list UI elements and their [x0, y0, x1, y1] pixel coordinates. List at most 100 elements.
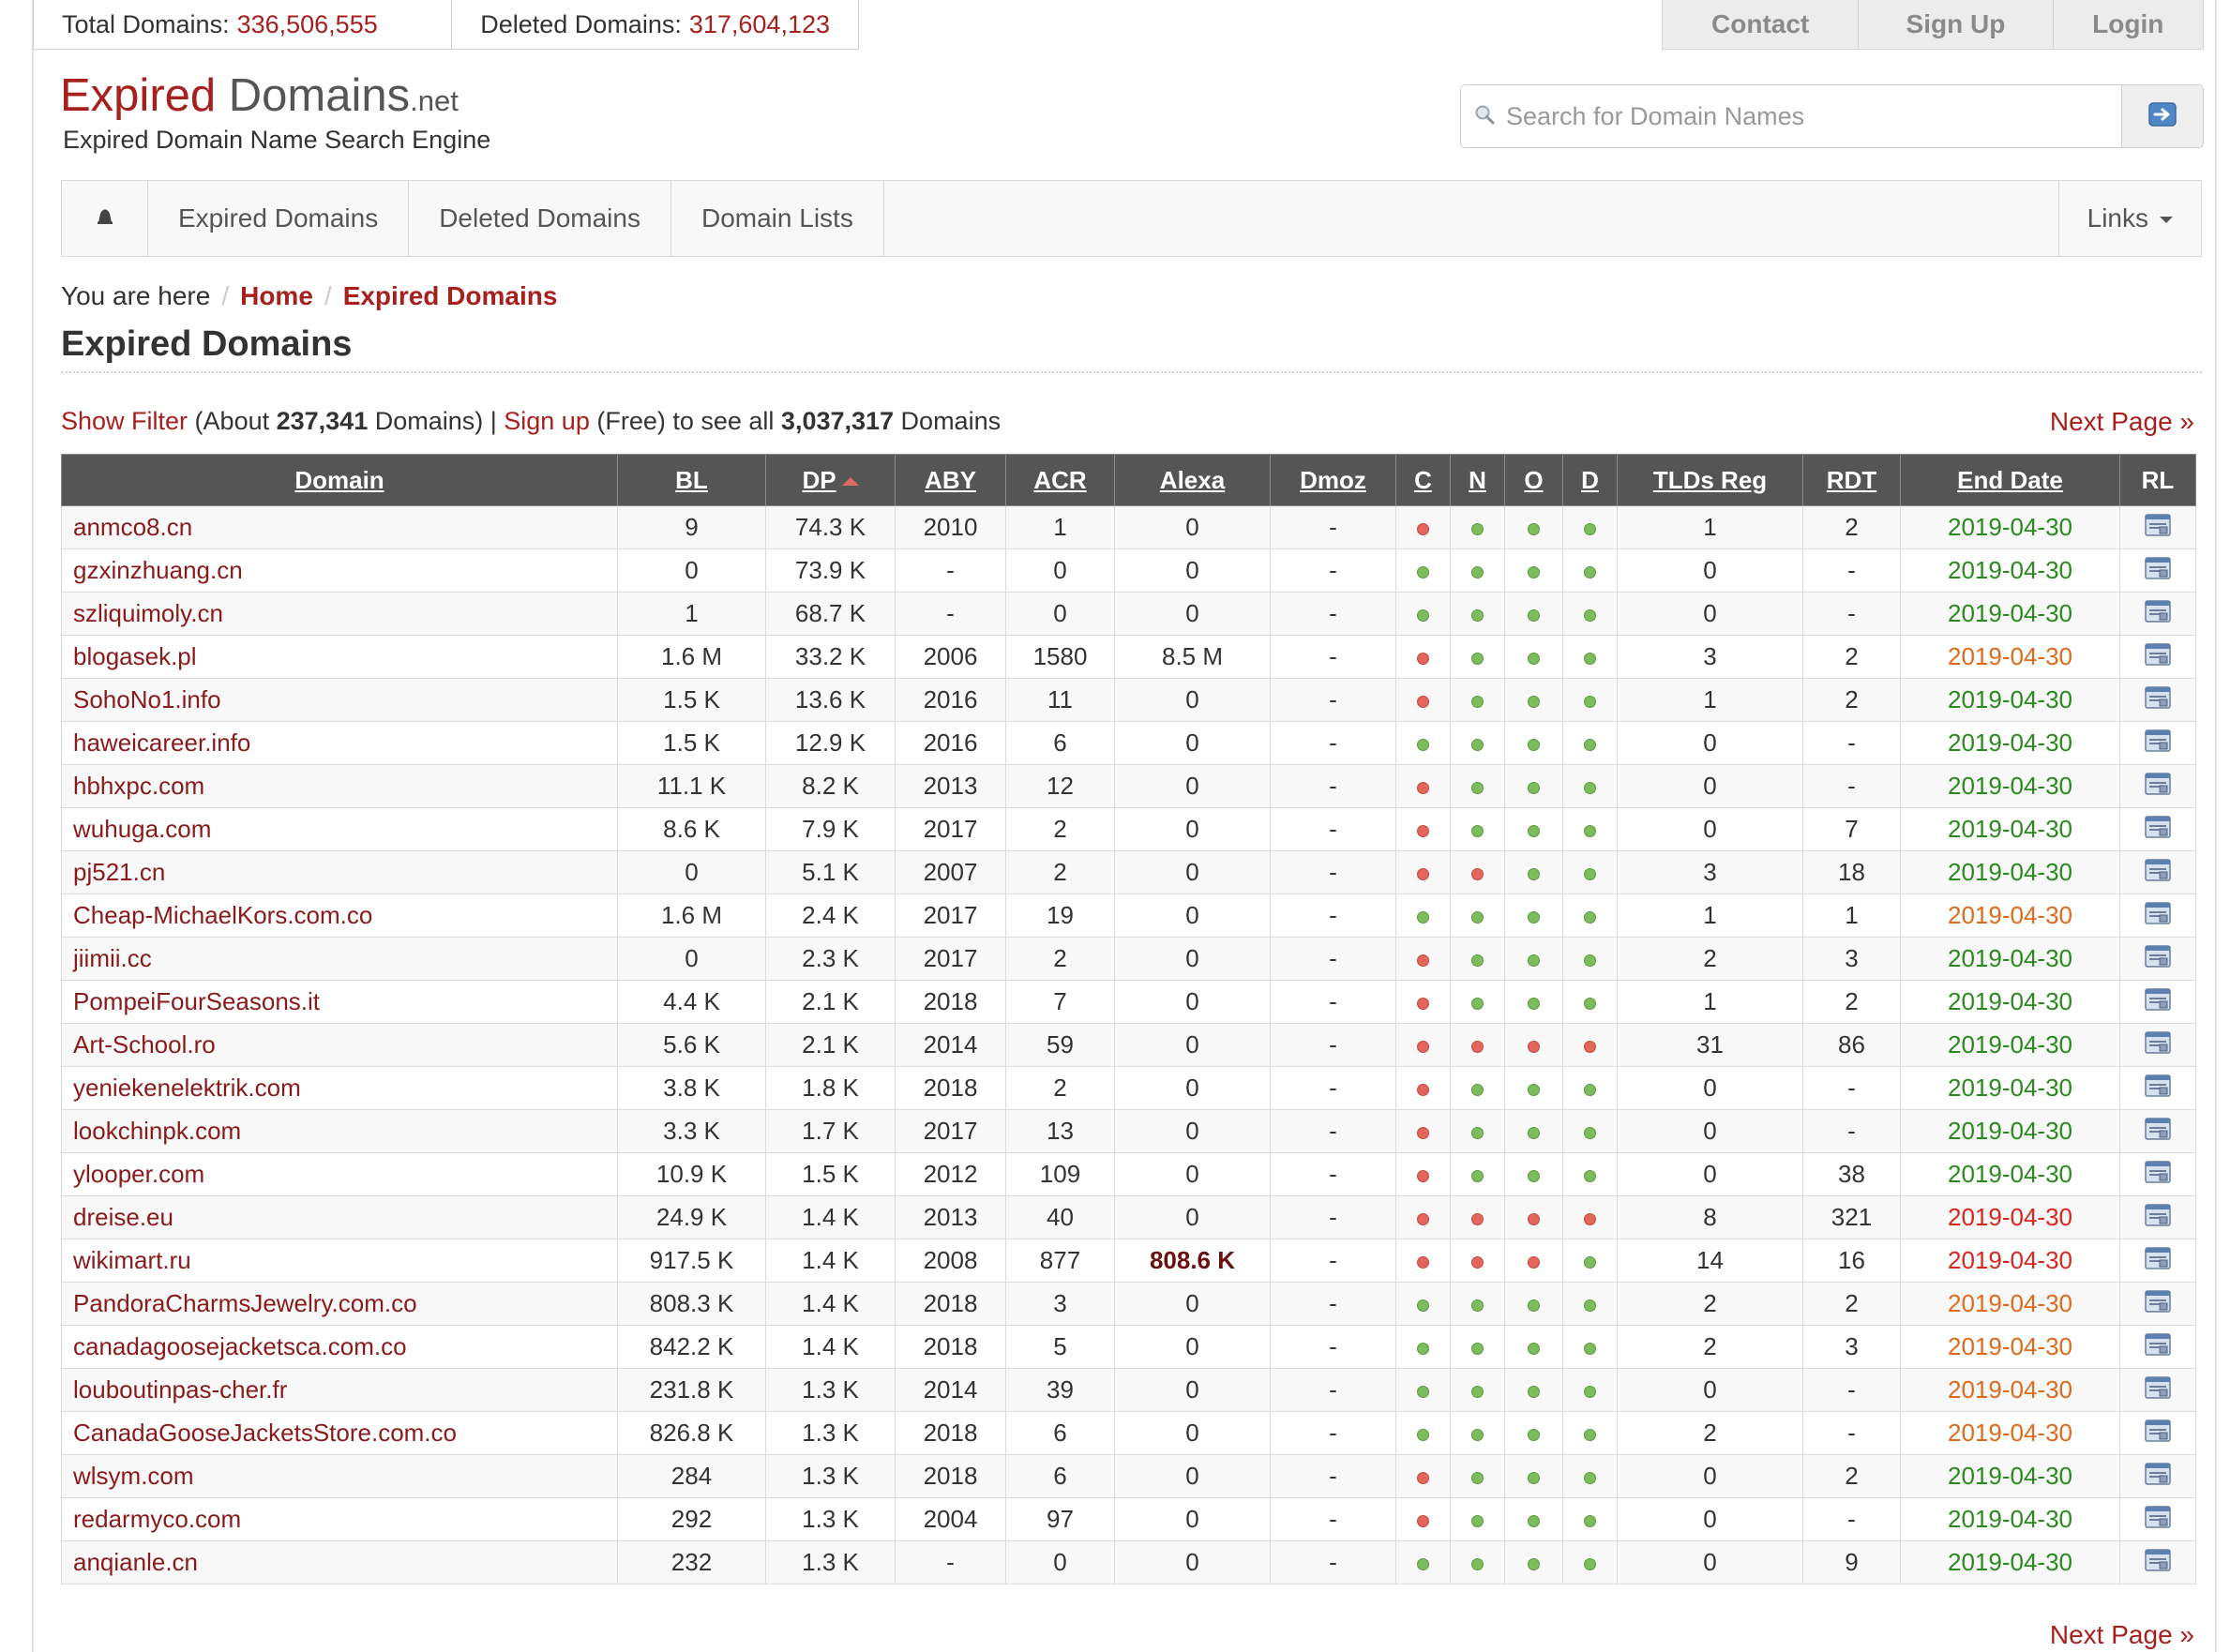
cell-domain[interactable]: blogasek.pl: [61, 635, 618, 679]
cell-tlds-reg[interactable]: 3: [1617, 850, 1803, 894]
cell-rl[interactable]: [2119, 1454, 2196, 1498]
col-n[interactable]: N: [1450, 454, 1505, 506]
show-filter-link[interactable]: Show Filter: [61, 407, 188, 435]
cell-domain[interactable]: redarmyco.com: [61, 1497, 618, 1541]
cell-tlds-reg[interactable]: 0: [1617, 764, 1803, 808]
cell-status-c[interactable]: [1395, 548, 1451, 593]
cell-status-o[interactable]: [1504, 1282, 1563, 1326]
cell-tlds-reg[interactable]: 31: [1617, 1023, 1803, 1067]
cell-domain[interactable]: wuhuga.com: [61, 807, 618, 851]
cell-tlds-reg[interactable]: 2: [1617, 1282, 1803, 1326]
cell-domain[interactable]: gzxinzhuang.cn: [61, 548, 618, 593]
cell-domain[interactable]: PandoraCharmsJewelry.com.co: [61, 1282, 618, 1326]
cell-tlds-reg[interactable]: 0: [1617, 1066, 1803, 1110]
cell-status-n[interactable]: [1450, 1282, 1505, 1326]
cell-status-n[interactable]: [1450, 1195, 1505, 1239]
cell-status-c[interactable]: [1395, 1109, 1451, 1153]
cell-status-n[interactable]: [1450, 1325, 1505, 1369]
cell-status-c[interactable]: [1395, 1411, 1451, 1455]
cell-rdt[interactable]: -: [1802, 764, 1901, 808]
cell-domain[interactable]: PompeiFourSeasons.it: [61, 980, 618, 1024]
cell-rl[interactable]: [2119, 1239, 2196, 1283]
cell-tlds-reg[interactable]: 1: [1617, 505, 1803, 549]
cell-status-o[interactable]: [1504, 1540, 1563, 1584]
contact-link[interactable]: Contact: [1663, 0, 1860, 49]
cell-domain[interactable]: Art-School.ro: [61, 1023, 618, 1067]
cell-rdt[interactable]: 9: [1802, 1540, 1901, 1584]
cell-status-n[interactable]: [1450, 548, 1505, 593]
cell-status-d[interactable]: [1562, 505, 1618, 549]
cell-status-n[interactable]: [1450, 764, 1505, 808]
cell-status-o[interactable]: [1504, 1066, 1563, 1110]
cell-rdt[interactable]: 321: [1802, 1195, 1901, 1239]
cell-status-n[interactable]: [1450, 505, 1505, 549]
cell-status-d[interactable]: [1562, 1066, 1618, 1110]
col-dmoz[interactable]: Dmoz: [1270, 454, 1396, 506]
cell-status-o[interactable]: [1504, 1411, 1563, 1455]
cell-rl[interactable]: [2119, 548, 2196, 593]
cell-rdt[interactable]: 7: [1802, 807, 1901, 851]
cell-domain[interactable]: CanadaGooseJacketsStore.com.co: [61, 1411, 618, 1455]
cell-status-d[interactable]: [1562, 1109, 1618, 1153]
cell-rdt[interactable]: -: [1802, 1109, 1901, 1153]
nav-notifications[interactable]: [62, 181, 148, 256]
cell-status-c[interactable]: [1395, 1325, 1451, 1369]
cell-rl[interactable]: [2119, 937, 2196, 981]
cell-rl[interactable]: [2119, 850, 2196, 894]
cell-status-d[interactable]: [1562, 807, 1618, 851]
cell-status-d[interactable]: [1562, 894, 1618, 938]
cell-status-c[interactable]: [1395, 1239, 1451, 1283]
cell-rdt[interactable]: 2: [1802, 980, 1901, 1024]
cell-rl[interactable]: [2119, 1540, 2196, 1584]
cell-status-o[interactable]: [1504, 807, 1563, 851]
col-alexa[interactable]: Alexa: [1114, 454, 1271, 506]
signup-cta-link[interactable]: Sign up: [504, 407, 590, 435]
cell-tlds-reg[interactable]: 8: [1617, 1195, 1803, 1239]
next-page-link-bottom[interactable]: Next Page »: [2050, 1620, 2194, 1650]
cell-rdt[interactable]: -: [1802, 1411, 1901, 1455]
col-o[interactable]: O: [1504, 454, 1563, 506]
cell-domain[interactable]: haweicareer.info: [61, 721, 618, 765]
cell-status-o[interactable]: [1504, 850, 1563, 894]
cell-rdt[interactable]: 2: [1802, 678, 1901, 722]
nav-deleted-domains[interactable]: Deleted Domains: [409, 181, 671, 256]
cell-tlds-reg[interactable]: 0: [1617, 1497, 1803, 1541]
cell-status-n[interactable]: [1450, 1497, 1505, 1541]
cell-tlds-reg[interactable]: 0: [1617, 548, 1803, 593]
cell-rl[interactable]: [2119, 505, 2196, 549]
cell-domain[interactable]: anqianle.cn: [61, 1540, 618, 1584]
cell-tlds-reg[interactable]: 0: [1617, 721, 1803, 765]
cell-status-o[interactable]: [1504, 1368, 1563, 1412]
col-rdt[interactable]: RDT: [1802, 454, 1901, 506]
cell-rl[interactable]: [2119, 1152, 2196, 1196]
cell-status-n[interactable]: [1450, 1411, 1505, 1455]
cell-tlds-reg[interactable]: 1: [1617, 980, 1803, 1024]
breadcrumb-home[interactable]: Home: [240, 281, 313, 310]
cell-status-d[interactable]: [1562, 764, 1618, 808]
cell-status-n[interactable]: [1450, 937, 1505, 981]
cell-status-o[interactable]: [1504, 1325, 1563, 1369]
cell-status-o[interactable]: [1504, 1023, 1563, 1067]
cell-status-c[interactable]: [1395, 980, 1451, 1024]
cell-rl[interactable]: [2119, 1109, 2196, 1153]
cell-rl[interactable]: [2119, 807, 2196, 851]
cell-status-c[interactable]: [1395, 807, 1451, 851]
cell-status-o[interactable]: [1504, 764, 1563, 808]
cell-status-o[interactable]: [1504, 980, 1563, 1024]
cell-domain[interactable]: louboutinpas-cher.fr: [61, 1368, 618, 1412]
cell-status-o[interactable]: [1504, 1109, 1563, 1153]
cell-domain[interactable]: dreise.eu: [61, 1195, 618, 1239]
cell-tlds-reg[interactable]: 2: [1617, 1411, 1803, 1455]
cell-tlds-reg[interactable]: 1: [1617, 678, 1803, 722]
cell-status-d[interactable]: [1562, 1195, 1618, 1239]
cell-tlds-reg[interactable]: 2: [1617, 1325, 1803, 1369]
cell-status-o[interactable]: [1504, 937, 1563, 981]
col-acr[interactable]: ACR: [1005, 454, 1115, 506]
cell-rl[interactable]: [2119, 592, 2196, 636]
cell-domain[interactable]: Cheap-MichaelKors.com.co: [61, 894, 618, 938]
site-logo[interactable]: Expired Domains.net: [60, 69, 459, 122]
cell-status-d[interactable]: [1562, 1239, 1618, 1283]
cell-status-d[interactable]: [1562, 980, 1618, 1024]
cell-status-n[interactable]: [1450, 1454, 1505, 1498]
cell-rdt[interactable]: 86: [1802, 1023, 1901, 1067]
